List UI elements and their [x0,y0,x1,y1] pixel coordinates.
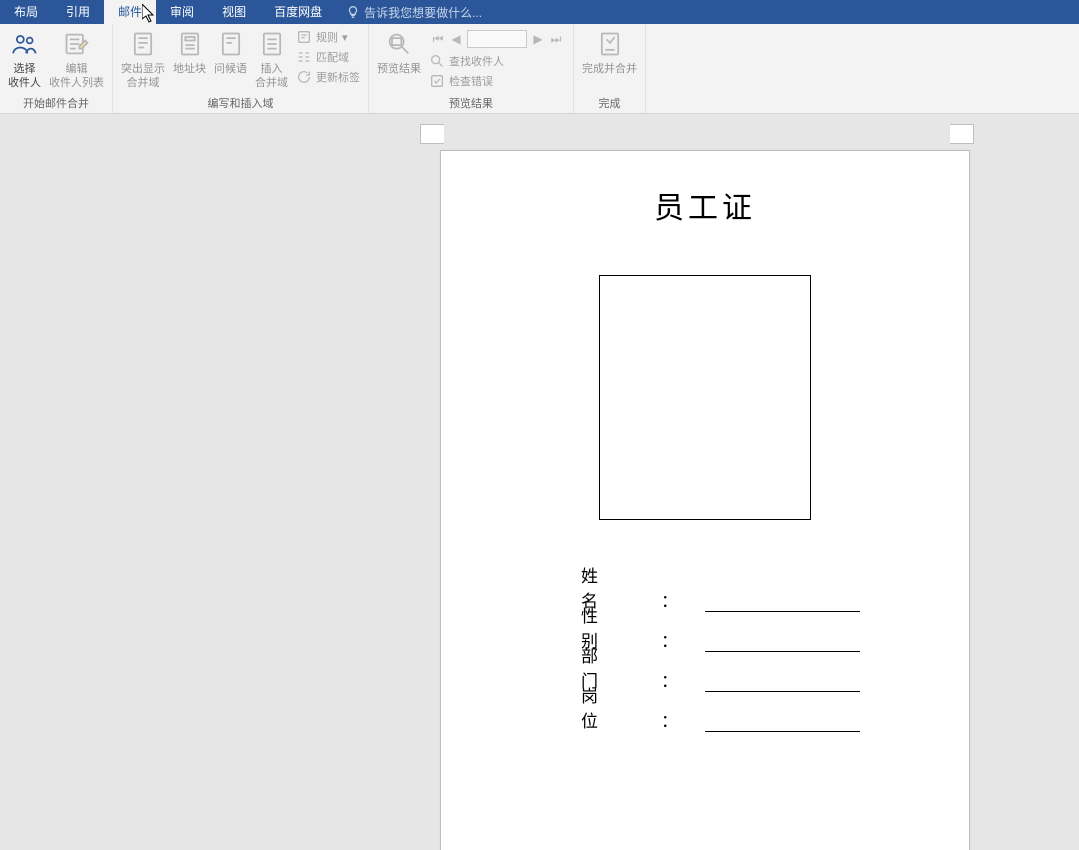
rules-button[interactable]: 规则▾ [294,28,362,46]
field-colon: ： [661,627,689,652]
edit-recipient-list-label: 编辑 收件人列表 [49,62,104,90]
field-colon: ： [661,667,689,692]
preview-results-label: 预览结果 [377,62,421,76]
select-recipients-button[interactable]: 选择 收件人 [4,26,45,92]
tab-view[interactable]: 视图 [208,0,260,24]
address-block-icon [174,28,206,60]
search-person-icon [429,53,445,69]
greeting-line-button[interactable]: 问候语 [210,26,251,78]
highlight-label: 突出显示 合并域 [121,62,165,90]
update-labels-button[interactable]: 更新标签 [294,68,362,86]
match-fields-icon [296,49,312,65]
highlight-merge-fields-button[interactable]: 突出显示 合并域 [117,26,169,92]
record-number-input[interactable] [467,30,527,48]
first-record-button[interactable]: ⏮ [431,32,445,47]
field-line-name[interactable] [705,590,860,612]
group-label-finish: 完成 [578,93,641,113]
address-block-label: 地址块 [173,62,206,76]
photo-placeholder[interactable] [599,275,811,520]
tell-me-search[interactable]: 告诉我您想要做什么... [346,4,482,21]
field-label-position: 岗位 [581,682,661,732]
next-record-button[interactable]: ▶ [531,32,545,46]
ribbon-group-preview: 预览结果 ⏮ ◀ ▶ ⏭ 查找收件人 检查错误 [369,24,574,113]
tab-mailings[interactable]: 邮件 [104,0,156,24]
tab-review[interactable]: 审阅 [156,0,208,24]
highlight-icon [127,28,159,60]
check-errors-icon [429,73,445,89]
rules-icon [296,29,312,45]
ribbon-group-write-insert: 突出显示 合并域 地址块 问候语 插入 合并域 [113,24,369,113]
last-record-button[interactable]: ⏭ [549,32,563,47]
group-label-start-merge: 开始邮件合并 [4,93,108,113]
ribbon-group-finish: 完成并合并 完成 [574,24,646,113]
group-label-preview: 预览结果 [373,93,569,113]
greeting-icon [215,28,247,60]
prev-record-button[interactable]: ◀ [449,32,463,46]
finish-merge-icon [594,28,626,60]
page-corner-right [950,124,974,144]
finish-merge-label: 完成并合并 [582,62,637,76]
insert-field-icon [256,28,288,60]
insert-merge-field-button[interactable]: 插入 合并域 [251,26,292,92]
find-recipient-button[interactable]: 查找收件人 [427,52,567,70]
field-colon: ： [661,707,689,732]
field-line-gender[interactable] [705,630,860,652]
tab-layout[interactable]: 布局 [0,0,52,24]
ribbon-group-start-merge: 选择 收件人 编辑 收件人列表 开始邮件合并 [0,24,113,113]
edit-list-icon [61,28,93,60]
match-fields-button[interactable]: 匹配域 [294,48,362,66]
update-labels-icon [296,69,312,85]
info-section: 姓名 ： 性别 ： 部门 ： 岗位 ： [441,572,969,732]
finish-merge-button[interactable]: 完成并合并 [578,26,641,78]
field-line-department[interactable] [705,670,860,692]
ribbon: 选择 收件人 编辑 收件人列表 开始邮件合并 突出显示 合并域 [0,24,1079,114]
field-colon: ： [661,587,689,612]
address-block-button[interactable]: 地址块 [169,26,210,78]
ribbon-tab-bar: 布局 引用 邮件 审阅 视图 百度网盘 告诉我您想要做什么... [0,0,1079,24]
edit-recipient-list-button[interactable]: 编辑 收件人列表 [45,26,108,92]
lightbulb-icon [346,5,360,19]
tab-references[interactable]: 引用 [52,0,104,24]
greeting-label: 问候语 [214,62,247,76]
tab-baidu-netdisk[interactable]: 百度网盘 [260,0,336,24]
select-recipients-label: 选择 收件人 [8,62,41,90]
preview-icon [383,28,415,60]
field-line-position[interactable] [705,710,860,732]
group-label-write-insert: 编写和插入域 [117,93,364,113]
tell-me-placeholder: 告诉我您想要做什么... [364,4,482,21]
insert-field-label: 插入 合并域 [255,62,288,90]
document-canvas[interactable]: 员工证 姓名 ： 性别 ： 部门 ： 岗位 ： [0,114,1079,850]
page-corner-left [420,124,444,144]
check-errors-button[interactable]: 检查错误 [427,72,567,90]
preview-results-button[interactable]: 预览结果 [373,26,425,78]
field-row-position[interactable]: 岗位 ： [581,692,969,732]
document-title[interactable]: 员工证 [441,183,969,227]
document-page[interactable]: 员工证 姓名 ： 性别 ： 部门 ： 岗位 ： [440,150,970,850]
people-icon [9,28,41,60]
